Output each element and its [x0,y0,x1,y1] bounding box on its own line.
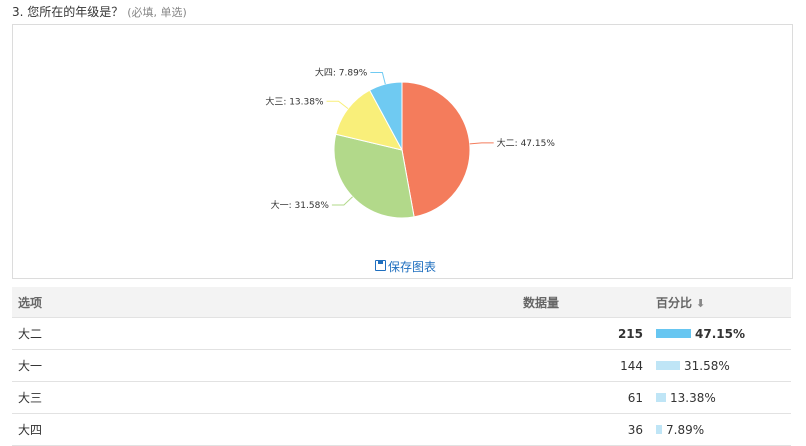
count-cell: 61 [627,390,643,405]
arrow-down-icon[interactable]: ⬇ [696,297,705,310]
percent-bar [656,329,691,338]
save-chart-button[interactable]: 保存图表 [375,258,436,275]
chart-panel: 大二: 47.15% 大一: 31.58% 大三: 13.38% 大四: 7.89% … [12,24,793,279]
table-row: 大三 61 13.38% [12,381,791,414]
pie-chart: 大二: 47.15% 大一: 31.58% 大三: 13.38% 大四: 7.89% [265,66,556,219]
pie-label: 大二: 47.15% [497,137,556,149]
count-cell: 144 [620,358,643,373]
percent-bar [656,361,680,370]
table-header-row: 选项 数据量 百分比 ⬇ [12,287,791,318]
question-hint: (必填, 单选) [127,6,187,19]
header-option[interactable]: 选项 [12,287,522,318]
count-cell: 215 [617,326,643,341]
option-cell: 大二 [12,317,522,350]
results-table: 选项 数据量 百分比 ⬇ 大二 215 47.15% 大一 144 31.58% 大三 61 13… [12,287,791,446]
save-icon [375,260,386,271]
percent-bar [656,393,666,402]
question-text: 3. 您所在的年级是？ [12,5,124,19]
leader-line [331,196,353,206]
percent-cell: 47.15% [695,326,745,341]
pie-label: 大四: 7.89% [315,66,368,78]
percent-cell: 13.38% [670,390,716,405]
pie-label: 大一: 31.58% [271,199,330,211]
count-cell: 36 [627,422,643,437]
header-count[interactable]: 数据量 [522,287,655,318]
table-row: 大二 215 47.15% [12,317,791,350]
header-percent[interactable]: 百分比 ⬇ [655,287,791,318]
pie-slice[interactable] [401,81,471,218]
leader-line [370,71,386,85]
header-percent-label: 百分比 [656,295,693,310]
table-row: 大一 144 31.58% [12,349,791,382]
percent-cell: 31.58% [684,358,730,373]
leader-line [326,100,349,109]
pie-label: 大三: 13.38% [265,95,324,107]
leader-line [469,142,494,145]
save-chart-label: 保存图表 [388,260,437,274]
percent-bar [656,425,662,434]
percent-cell: 7.89% [666,422,705,437]
option-cell: 大三 [12,381,522,414]
option-cell: 大一 [12,349,522,382]
question-title: 3. 您所在的年级是？ (必填, 单选) [12,3,187,20]
